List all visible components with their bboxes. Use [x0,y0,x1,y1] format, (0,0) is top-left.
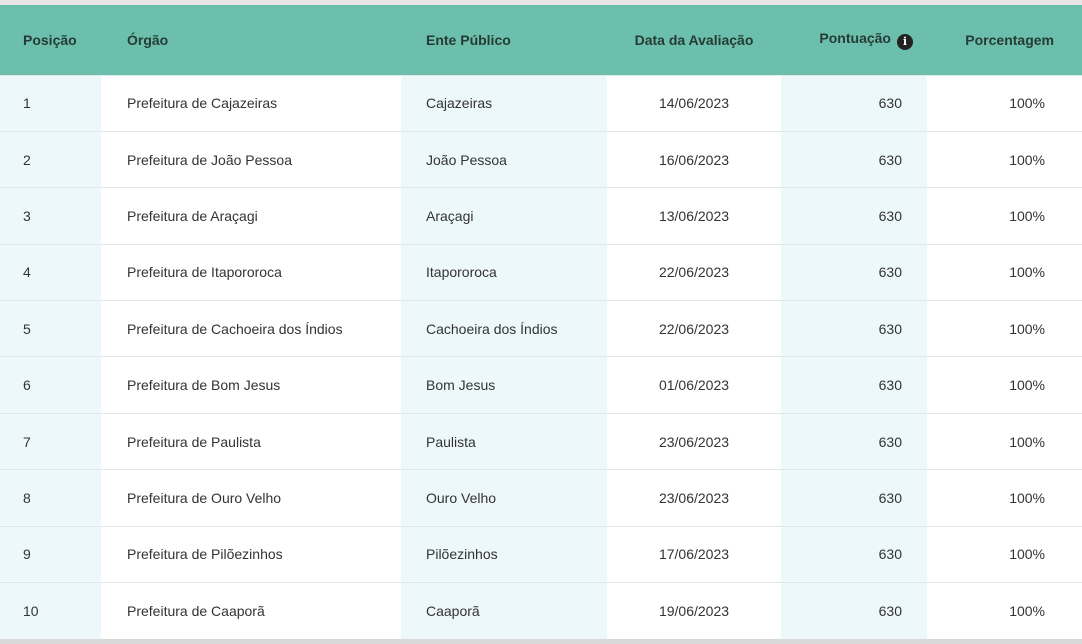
cell-data-avaliacao: 23/06/2023 [658,433,730,450]
ranking-table: Posição Órgão Ente Público Data da Avali… [0,5,1082,639]
cell-ente-publico: Araçagi [401,187,607,245]
cell-posicao: 10 [0,582,101,639]
header-porcentagem[interactable]: Porcentagem [927,5,1082,75]
bottom-scroll-edge [0,639,1082,644]
cell-porcentagem: 100% [1009,151,1045,168]
cell-porcentagem: 100% [1009,602,1045,619]
cell-porcentagem: 100% [1009,207,1045,224]
cell-porcentagem: 100% [1009,95,1045,112]
cell-pontuacao: 630 [781,413,927,470]
cell-porcentagem: 100% [1009,433,1045,450]
ranking-table-panel: Posição Órgão Ente Público Data da Avali… [0,5,1082,639]
header-pontuacao-label: Pontuação [819,29,891,46]
cell-porcentagem: 100% [1009,377,1045,394]
cell-pontuacao: 630 [781,300,927,357]
cell-orgao: Prefeitura de Cajazeiras [127,95,278,112]
cell-porcentagem: 100% [1009,546,1045,563]
cell-posicao: 5 [0,300,101,357]
cell-pontuacao: 630 [781,356,927,414]
table-row[interactable]: 2 Prefeitura de João Pessoa João Pessoa … [0,131,1082,188]
table-header: Posição Órgão Ente Público Data da Avali… [0,5,1082,75]
cell-orgao: Prefeitura de Itapororoca [127,264,282,281]
table-row[interactable]: 6 Prefeitura de Bom Jesus Bom Jesus 01/0… [0,356,1082,414]
cell-data-avaliacao: 19/06/2023 [658,602,730,619]
header-posicao[interactable]: Posição [0,5,101,75]
cell-posicao: 4 [0,244,101,301]
cell-pontuacao: 630 [781,75,927,132]
table-row[interactable]: 3 Prefeitura de Araçagi Araçagi 13/06/20… [0,187,1082,245]
cell-ente-publico: Caaporã [401,582,607,639]
cell-orgao: Prefeitura de Ouro Velho [127,489,282,506]
cell-ente-publico: Ouro Velho [401,469,607,527]
cell-ente-publico: Bom Jesus [401,356,607,414]
cell-porcentagem: 100% [1009,320,1045,337]
cell-data-avaliacao: 17/06/2023 [658,546,730,563]
cell-pontuacao: 630 [781,526,927,583]
cell-orgao: Prefeitura de Cachoeira dos Índios [127,320,343,337]
cell-porcentagem: 100% [1009,489,1045,506]
cell-orgao: Prefeitura de Araçagi [127,207,258,224]
cell-posicao: 2 [0,131,101,188]
table-row[interactable]: 8 Prefeitura de Ouro Velho Ouro Velho 23… [0,469,1082,527]
cell-orgao: Prefeitura de João Pessoa [127,151,292,168]
header-orgao[interactable]: Órgão [101,5,401,75]
cell-ente-publico: João Pessoa [401,131,607,188]
info-icon[interactable]: i [897,33,913,50]
cell-posicao: 9 [0,526,101,583]
cell-ente-publico: Paulista [401,413,607,470]
cell-posicao: 3 [0,187,101,245]
cell-pontuacao: 630 [781,582,927,639]
cell-data-avaliacao: 13/06/2023 [658,207,730,224]
cell-ente-publico: Itapororoca [401,244,607,301]
cell-ente-publico: Pilõezinhos [401,526,607,583]
cell-pontuacao: 630 [781,244,927,301]
cell-data-avaliacao: 23/06/2023 [658,489,730,506]
cell-data-avaliacao: 14/06/2023 [658,95,730,112]
cell-data-avaliacao: 22/06/2023 [658,320,730,337]
table-row[interactable]: 5 Prefeitura de Cachoeira dos Índios Cac… [0,300,1082,357]
cell-orgao: Prefeitura de Pilõezinhos [127,546,283,563]
header-data-avaliacao[interactable]: Data da Avaliação [607,5,781,75]
table-row[interactable]: 7 Prefeitura de Paulista Paulista 23/06/… [0,413,1082,470]
cell-posicao: 8 [0,469,101,527]
header-ente-publico[interactable]: Ente Público [401,5,607,75]
cell-data-avaliacao: 01/06/2023 [658,377,730,394]
cell-ente-publico: Cajazeiras [401,75,607,132]
cell-posicao: 7 [0,413,101,470]
cell-orgao: Prefeitura de Bom Jesus [127,377,281,394]
cell-pontuacao: 630 [781,187,927,245]
header-pontuacao[interactable]: Pontuação i [781,5,927,75]
cell-posicao: 6 [0,356,101,414]
cell-orgao: Prefeitura de Caaporã [127,602,265,619]
cell-pontuacao: 630 [781,469,927,527]
table-row[interactable]: 4 Prefeitura de Itapororoca Itapororoca … [0,244,1082,301]
table-body: 1 Prefeitura de Cajazeiras Cajazeiras 14… [0,75,1082,639]
cell-orgao: Prefeitura de Paulista [127,433,261,450]
cell-pontuacao: 630 [781,131,927,188]
table-row[interactable]: 10 Prefeitura de Caaporã Caaporã 19/06/2… [0,582,1082,639]
cell-ente-publico: Cachoeira dos Índios [401,300,607,357]
cell-porcentagem: 100% [1009,264,1045,281]
cell-data-avaliacao: 16/06/2023 [658,151,730,168]
cell-posicao: 1 [0,75,101,132]
cell-data-avaliacao: 22/06/2023 [658,264,730,281]
header-row: Posição Órgão Ente Público Data da Avali… [0,5,1082,75]
table-row[interactable]: 9 Prefeitura de Pilõezinhos Pilõezinhos … [0,526,1082,583]
table-row[interactable]: 1 Prefeitura de Cajazeiras Cajazeiras 14… [0,75,1082,132]
